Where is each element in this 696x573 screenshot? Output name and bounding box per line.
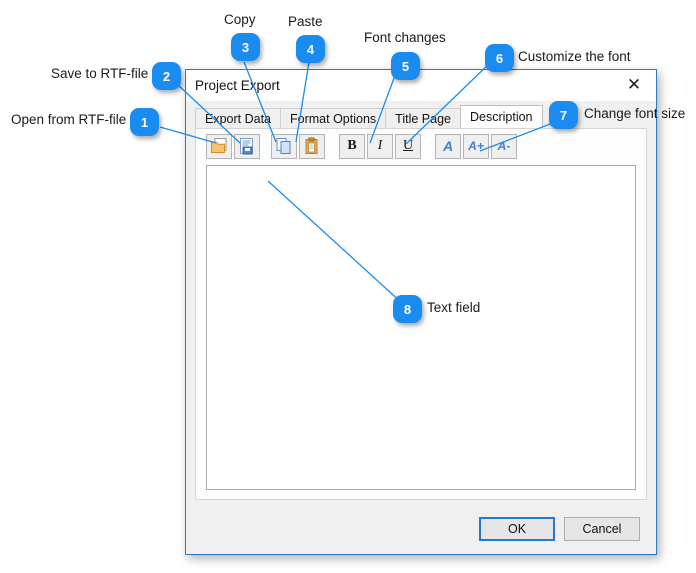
font-increase-icon: A+ [468,139,484,153]
font-dialog-button[interactable]: A [435,133,461,159]
save-disk-icon [240,138,253,155]
cancel-button[interactable]: Cancel [564,517,640,541]
copy-button[interactable] [271,133,297,159]
editor-toolbar: B I U A A+ A- [196,129,646,159]
underline-icon: U [402,138,414,153]
callout-badge-3[interactable]: 3 [231,33,260,61]
paste-button[interactable] [299,133,325,159]
callout-badge-4[interactable]: 4 [296,35,325,63]
italic-icon: I [377,138,383,153]
callout-label-3: Copy [224,12,256,27]
tab-description[interactable]: Description [459,105,543,128]
font-A-icon: A [442,138,454,154]
callout-badge-1[interactable]: 1 [130,108,159,136]
callout-badge-5[interactable]: 5 [391,52,420,80]
dialog-title: Project Export [195,78,280,93]
bold-icon: B [347,138,357,153]
callout-label-6: Customize the font [518,49,631,64]
font-decrease-icon: A- [497,139,511,153]
dialog-footer: OK Cancel [186,504,656,554]
bold-button[interactable]: B [339,133,365,159]
font-decrease-button[interactable]: A- [491,133,517,159]
callout-label-2: Save to RTF-file [51,66,149,81]
callout-badge-2[interactable]: 2 [152,62,181,90]
tab-format-options[interactable]: Format Options [280,108,387,128]
ok-button[interactable]: OK [479,517,555,541]
callout-label-4: Paste [288,14,323,29]
tab-title-page[interactable]: Title Page [385,108,461,128]
tab-export-data[interactable]: Export Data [195,108,282,128]
underline-button[interactable]: U [395,133,421,159]
callout-label-7: Change font size [584,106,686,121]
save-rtf-button[interactable] [234,133,260,159]
open-folder-icon [211,138,227,153]
callout-badge-7[interactable]: 7 [549,101,578,129]
callout-label-1: Open from RTF-file [11,112,127,127]
dialog-title-bar: Project Export ✕ [186,70,656,101]
paste-clipboard-icon [305,137,318,154]
font-increase-button[interactable]: A+ [463,133,489,159]
callout-label-5: Font changes [364,30,446,45]
callout-badge-6[interactable]: 6 [485,44,514,72]
copy-pages-icon [276,138,291,154]
italic-button[interactable]: I [367,133,393,159]
close-icon[interactable]: ✕ [612,70,656,101]
callout-label-8: Text field [427,300,481,315]
callout-badge-8[interactable]: 8 [393,295,422,323]
open-rtf-button[interactable] [206,133,232,159]
description-text-field[interactable] [206,165,636,490]
